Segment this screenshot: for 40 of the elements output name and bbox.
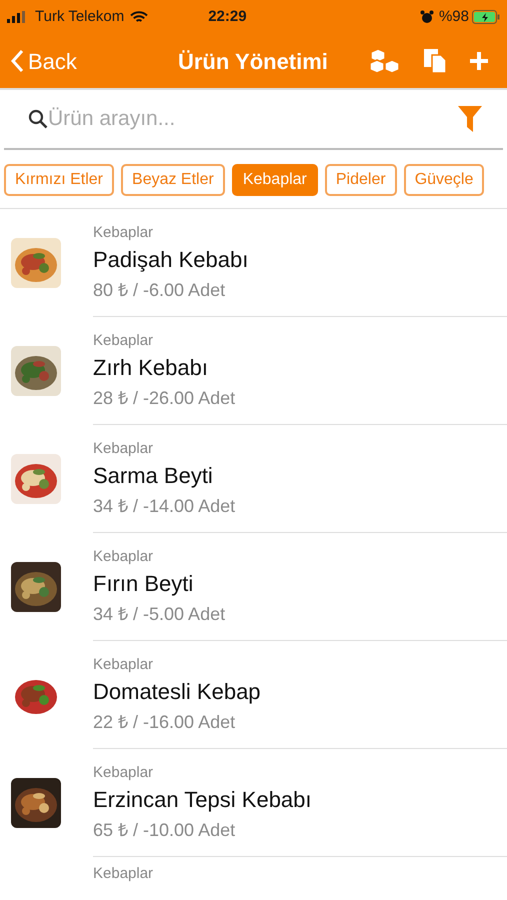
clock-time: 22:29 (208, 6, 247, 27)
product-price-stock: 34 ₺ / -14.00 Adet (93, 495, 236, 518)
search-field[interactable]: Ürün arayın... (48, 103, 457, 135)
product-category: Kebaplar (93, 332, 154, 350)
category-tab[interactable]: Beyaz Etler (121, 164, 225, 196)
product-name: Padişah Kebabı (93, 246, 250, 274)
product-name: Sarma Beyti (93, 462, 214, 490)
filter-icon[interactable] (457, 105, 483, 133)
back-button[interactable]: Back (10, 44, 77, 78)
category-tab[interactable]: Pideler (324, 164, 397, 196)
copy-document-icon[interactable] (423, 48, 447, 74)
carrier-name: Turk Telekom (35, 6, 124, 27)
product-category: Kebaplar (93, 548, 154, 566)
product-price-stock: 65 ₺ / -10.00 Adet (93, 819, 236, 842)
product-name: Domatesli Kebap (93, 678, 262, 706)
product-name: Erzincan Tepsi Kebabı (93, 786, 313, 814)
product-price-stock: 28 ₺ / -26.00 Adet (93, 387, 236, 410)
screen-title: Ürün Yönetimi (178, 48, 328, 76)
battery-percentage: %98 (438, 6, 469, 27)
boxes-icon[interactable] (369, 48, 401, 74)
product-category: Kebaplar (93, 656, 154, 674)
product-category: Kebaplar (93, 764, 154, 782)
product-name: Fırın Beyti (93, 570, 194, 598)
category-tab[interactable]: Kebaplar (232, 164, 318, 196)
product-price-stock: 80 ₺ / -6.00 Adet (93, 279, 226, 302)
alarm-clock-icon (420, 10, 434, 24)
wifi-icon (130, 10, 148, 24)
product-category: Kebaplar (93, 865, 154, 883)
chevron-left-icon (10, 49, 24, 73)
category-tab[interactable]: Kırmızı Etler (4, 164, 114, 196)
product-name: Zırh Kebabı (93, 354, 209, 382)
battery-icon (472, 10, 500, 24)
product-price-stock: 34 ₺ / -5.00 Adet (93, 603, 226, 626)
product-category: Kebaplar (93, 440, 154, 458)
plus-icon[interactable] (469, 51, 489, 71)
search-icon (28, 109, 48, 129)
category-tab[interactable]: Güveçle (404, 164, 484, 196)
product-price-stock: 22 ₺ / -16.00 Adet (93, 711, 236, 734)
product-category: Kebaplar (93, 224, 154, 242)
signal-icon (7, 11, 27, 23)
